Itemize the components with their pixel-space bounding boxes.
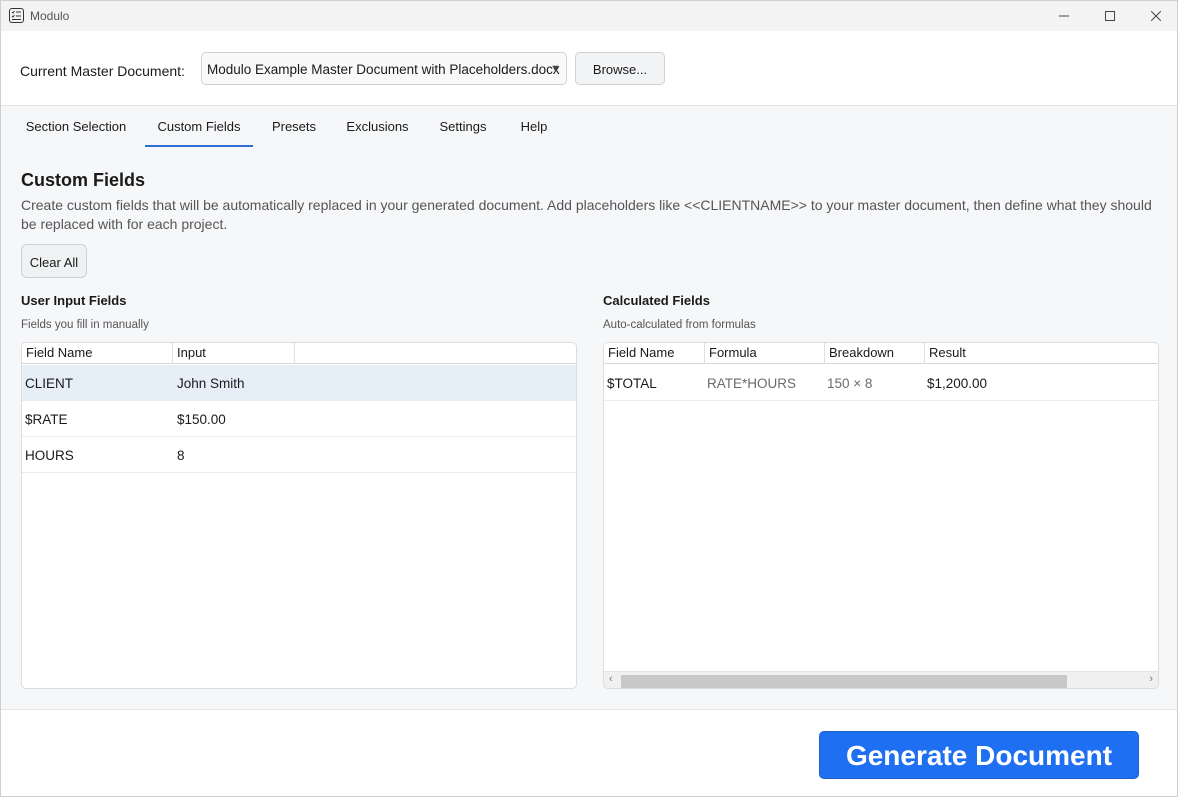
input-cell[interactable]: $150.00 <box>177 412 226 427</box>
column-header-breakdown[interactable]: Breakdown <box>825 343 925 363</box>
formula-cell: RATE*HOURS <box>707 376 797 391</box>
breakdown-cell: 150 × 8 <box>827 376 873 391</box>
generate-document-button[interactable]: Generate Document <box>819 731 1139 779</box>
title-bar: Modulo <box>1 1 1177 31</box>
result-cell: $1,200.00 <box>927 376 988 391</box>
maximize-icon <box>1105 11 1115 21</box>
tab-presets[interactable]: Presets <box>260 107 328 147</box>
master-document-select[interactable]: Modulo Example Master Document with Plac… <box>201 52 567 85</box>
minimize-button[interactable] <box>1041 1 1087 31</box>
app-window: Modulo Current Master Document: Modulo E… <box>0 0 1178 797</box>
field-name-cell: $RATE <box>25 412 68 427</box>
table-header: Field Name Input <box>22 343 576 364</box>
close-icon <box>1151 11 1161 21</box>
column-header-field-name[interactable]: Field Name <box>22 343 173 363</box>
tab-exclusions[interactable]: Exclusions <box>336 107 419 147</box>
table-row[interactable]: $TOTAL RATE*HOURS 150 × 8 $1,200.00 <box>604 365 1158 401</box>
table-header: Field Name Formula Breakdown Result <box>604 343 1158 364</box>
master-document-value: Modulo Example Master Document with Plac… <box>207 62 560 77</box>
table-row[interactable]: HOURS 8 <box>22 437 576 473</box>
close-button[interactable] <box>1133 1 1177 31</box>
tab-section-selection[interactable]: Section Selection <box>13 107 139 147</box>
input-cell[interactable]: John Smith <box>177 376 245 391</box>
column-header-input[interactable]: Input <box>173 343 295 363</box>
tab-help[interactable]: Help <box>508 107 560 147</box>
tab-settings[interactable]: Settings <box>428 107 498 147</box>
column-header-field-name[interactable]: Field Name <box>604 343 705 363</box>
table-row[interactable]: $RATE $150.00 <box>22 401 576 437</box>
column-header-formula[interactable]: Formula <box>705 343 825 363</box>
page-description: Create custom fields that will be automa… <box>21 197 1152 232</box>
footer-bar: Generate Document <box>1 709 1177 796</box>
input-cell[interactable]: 8 <box>177 448 185 463</box>
clear-all-button[interactable]: Clear All <box>21 244 87 278</box>
checklist-icon <box>9 8 24 23</box>
dropdown-caret-icon: ▼ <box>550 63 561 75</box>
scroll-left-icon[interactable]: ‹ <box>609 673 613 685</box>
maximize-button[interactable] <box>1087 1 1133 31</box>
scrollbar-thumb[interactable] <box>621 675 1067 688</box>
field-name-cell: HOURS <box>25 448 74 463</box>
horizontal-scrollbar[interactable]: ‹ › <box>604 671 1158 688</box>
browse-button[interactable]: Browse... <box>575 52 665 85</box>
calculated-title: Calculated Fields <box>603 293 710 308</box>
master-document-label: Current Master Document: <box>20 63 185 79</box>
field-name-cell: CLIENT <box>25 376 74 391</box>
master-document-bar: Current Master Document: Modulo Example … <box>1 31 1177 106</box>
page-title: Custom Fields <box>21 170 146 190</box>
field-name-cell: $TOTAL <box>607 376 657 391</box>
calculated-subtitle: Auto-calculated from formulas <box>603 319 756 331</box>
user-input-table: Field Name Input CLIENT John Smith $RATE… <box>21 342 577 689</box>
minimize-icon <box>1059 15 1069 17</box>
user-input-title: User Input Fields <box>21 293 127 308</box>
calculated-table: Field Name Formula Breakdown Result $TOT… <box>603 342 1159 689</box>
tab-custom-fields[interactable]: Custom Fields <box>145 107 253 147</box>
user-input-subtitle: Fields you fill in manually <box>21 319 149 331</box>
table-row[interactable]: CLIENT John Smith <box>22 365 576 401</box>
column-header-result[interactable]: Result <box>925 343 1045 363</box>
tab-bar: Section Selection Custom Fields Presets … <box>1 107 1177 147</box>
scroll-right-icon[interactable]: › <box>1149 673 1153 685</box>
window-title: Modulo <box>30 9 70 23</box>
